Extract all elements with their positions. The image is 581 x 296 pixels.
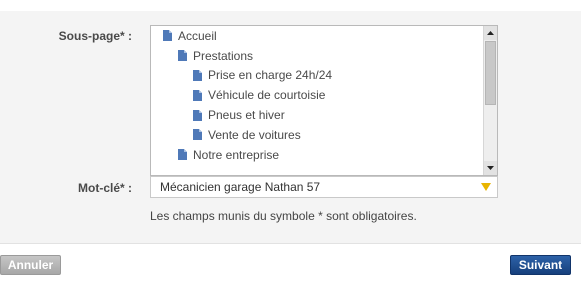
required-fields-note: Les champs munis du symbole * sont oblig… xyxy=(150,209,417,223)
tree-item-accueil[interactable]: Accueil xyxy=(151,26,483,46)
tree-item-vente-voitures[interactable]: Vente de voitures xyxy=(151,125,483,145)
tree-scrollbar[interactable] xyxy=(483,26,497,175)
tree-item-prestations[interactable]: Prestations xyxy=(151,46,483,66)
document-icon xyxy=(163,30,172,42)
tree-item-label: Vente de voitures xyxy=(208,127,301,142)
tree-item-label: Notre entreprise xyxy=(193,147,280,162)
document-icon xyxy=(193,109,202,121)
tree-item-label: Prestations xyxy=(193,48,254,63)
document-icon xyxy=(178,149,187,161)
document-icon xyxy=(193,69,202,81)
motcle-label: Mot-clé* : xyxy=(78,181,132,195)
next-button[interactable]: Suivant xyxy=(510,255,571,275)
arrow-up-icon xyxy=(487,31,494,35)
scroll-thumb[interactable] xyxy=(485,41,496,105)
souspage-tree-list[interactable]: Accueil Prestations Prise en charge 24h/… xyxy=(150,25,498,176)
footer-divider xyxy=(0,243,581,244)
tree-item-pneus-hiver[interactable]: Pneus et hiver xyxy=(151,105,483,125)
souspage-label: Sous-page* : xyxy=(58,29,132,43)
tree-item-label: Prise en charge 24h/24 xyxy=(208,68,333,83)
scroll-up-button[interactable] xyxy=(484,26,497,40)
arrow-down-icon xyxy=(487,166,494,170)
tree-item-label: Pneus et hiver xyxy=(208,108,285,123)
tree-item-prise-en-charge[interactable]: Prise en charge 24h/24 xyxy=(151,66,483,86)
document-icon xyxy=(193,89,202,101)
scroll-down-button[interactable] xyxy=(484,161,497,175)
tree-items: Accueil Prestations Prise en charge 24h/… xyxy=(151,26,483,165)
tree-item-vehicule-courtoisie[interactable]: Véhicule de courtoisie xyxy=(151,85,483,105)
cancel-button[interactable]: Annuler xyxy=(0,255,61,275)
motcle-selected-value: Mécanicien garage Nathan 57 xyxy=(160,180,321,194)
tree-item-label: Accueil xyxy=(178,28,217,43)
motcle-select[interactable]: Mécanicien garage Nathan 57 xyxy=(150,176,498,198)
form-area: Sous-page* : Accueil Prestations Prise e… xyxy=(0,11,581,243)
tree-item-label: Véhicule de courtoisie xyxy=(208,88,326,103)
document-icon xyxy=(193,129,202,141)
triangle-down-icon xyxy=(481,183,491,191)
tree-item-notre-entreprise[interactable]: Notre entreprise xyxy=(151,145,483,165)
document-icon xyxy=(178,50,187,62)
